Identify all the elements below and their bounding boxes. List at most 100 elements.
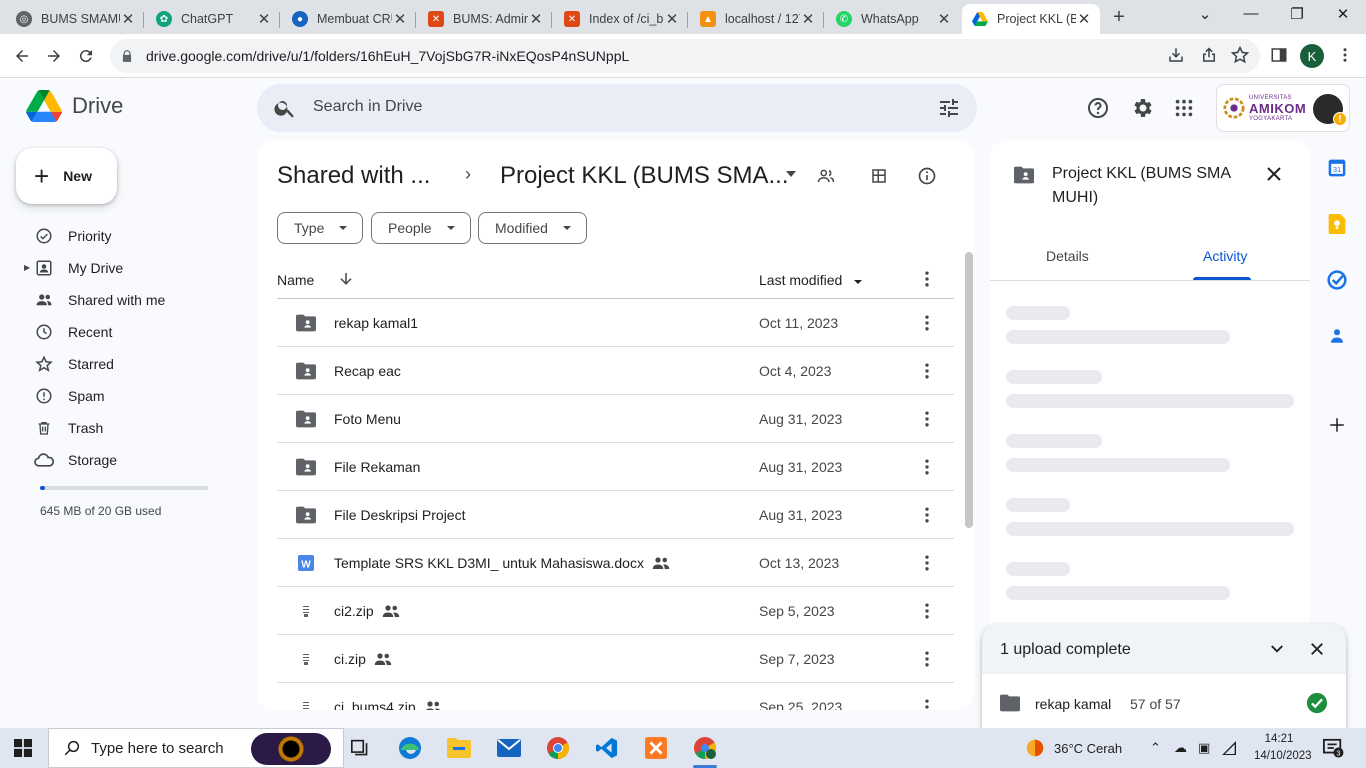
file-name[interactable]: Recap eac — [334, 363, 401, 379]
calendar-icon[interactable]: 31 — [1326, 157, 1348, 179]
xampp-icon[interactable] — [636, 732, 676, 764]
drive-logo[interactable]: Drive — [26, 90, 123, 122]
close-icon[interactable] — [1262, 162, 1286, 186]
more-actions-icon[interactable] — [917, 360, 937, 382]
account-switcher[interactable]: UNIVERSITAS AMIKOM YOGYAKARTA ! — [1216, 84, 1350, 132]
browser-tab-active[interactable]: Project KKL (BUMS SMA MUHI) ✕ — [962, 4, 1100, 34]
windows-start-icon[interactable] — [14, 739, 32, 757]
scrollbar-thumb[interactable] — [965, 252, 973, 528]
caret-down-icon[interactable] — [785, 168, 797, 180]
filter-people-chip[interactable]: People — [371, 212, 471, 244]
tab-search-icon[interactable]: ⌄ — [1195, 5, 1215, 23]
file-name[interactable]: ci.zip — [334, 651, 392, 667]
install-app-icon[interactable] — [1165, 44, 1187, 66]
display-icon[interactable]: ▣ — [1198, 728, 1210, 768]
system-clock[interactable]: 14:21 14/10/2023 — [1254, 731, 1312, 765]
upload-item-name[interactable]: rekap kamal — [1035, 696, 1111, 712]
new-tab-button[interactable]: + — [1108, 6, 1130, 29]
browser-tab[interactable]: ● Membuat CRUD ✕ — [282, 4, 416, 34]
sidebar-item-recent[interactable]: Recent — [26, 316, 236, 348]
share-icon[interactable] — [1198, 44, 1220, 66]
bookmark-star-icon[interactable] — [1229, 44, 1251, 66]
more-options-icon[interactable] — [917, 268, 937, 290]
caret-down-icon[interactable] — [853, 277, 863, 287]
breadcrumb-parent[interactable]: Shared with ... — [277, 162, 430, 190]
collapse-chevron-icon[interactable] — [1267, 639, 1287, 659]
sidebar-item-priority[interactable]: Priority — [26, 220, 236, 252]
manage-access-icon[interactable] — [814, 164, 838, 188]
file-name[interactable]: File Deskripsi Project — [334, 507, 465, 523]
wifi-icon[interactable] — [1222, 728, 1238, 768]
sidebar-item-trash[interactable]: Trash — [26, 412, 236, 444]
network-cloud-icon[interactable]: ☁ — [1174, 728, 1187, 768]
file-row[interactable]: ci2.zip Sep 5, 2023 — [277, 587, 954, 635]
tab-details[interactable]: Details — [1046, 248, 1089, 264]
browser-tab[interactable]: ▲ localhost / 127.0.0.1 ✕ — [690, 4, 824, 34]
file-row[interactable]: Foto Menu Aug 31, 2023 — [277, 395, 954, 443]
file-row[interactable]: ci.zip Sep 7, 2023 — [277, 635, 954, 683]
more-actions-icon[interactable] — [917, 648, 937, 670]
grid-view-icon[interactable] — [867, 164, 891, 188]
search-highlight-image[interactable] — [251, 733, 331, 765]
sidebar-item-spam[interactable]: Spam — [26, 380, 236, 412]
file-name[interactable]: Template SRS KKL D3MI_ untuk Mahasiswa.d… — [334, 555, 670, 571]
file-row[interactable]: rekap kamal1 Oct 11, 2023 — [277, 299, 954, 347]
task-view-icon[interactable] — [340, 732, 380, 764]
chrome-profile-icon[interactable] — [685, 732, 725, 768]
browser-menu-icon[interactable] — [1334, 44, 1356, 66]
add-addon-icon[interactable] — [1326, 414, 1348, 436]
forward-icon[interactable] — [42, 44, 66, 68]
more-actions-icon[interactable] — [917, 504, 937, 526]
close-tab-icon[interactable]: ✕ — [1076, 10, 1092, 28]
minimize-icon[interactable]: — — [1241, 5, 1261, 22]
search-options-icon[interactable] — [937, 96, 961, 120]
file-name[interactable]: ci2.zip — [334, 603, 400, 619]
browser-tab[interactable]: ✕ BUMS: Admin ✕ — [418, 4, 552, 34]
help-icon[interactable] — [1086, 96, 1110, 120]
contacts-icon[interactable] — [1326, 325, 1348, 347]
tray-overflow-icon[interactable]: ⌃ — [1150, 728, 1161, 768]
breadcrumb-current[interactable]: Project KKL (BUMS SMA... — [500, 162, 789, 190]
maximize-icon[interactable]: ❐ — [1287, 5, 1307, 23]
lock-icon[interactable] — [120, 49, 134, 63]
close-window-icon[interactable]: ✕ — [1333, 5, 1353, 23]
new-button[interactable]: + New — [16, 148, 117, 204]
more-actions-icon[interactable] — [917, 408, 937, 430]
close-tab-icon[interactable]: ✕ — [800, 10, 816, 28]
taskbar-search[interactable]: Type here to search — [48, 728, 344, 768]
browser-tab[interactable]: ◎ BUMS SMAMU ✕ — [6, 4, 144, 34]
close-tab-icon[interactable]: ✕ — [392, 10, 408, 28]
filter-modified-chip[interactable]: Modified — [478, 212, 587, 244]
file-row[interactable]: W Template SRS KKL D3MI_ untuk Mahasiswa.… — [277, 539, 954, 587]
file-name[interactable]: File Rekaman — [334, 459, 420, 475]
close-tab-icon[interactable]: ✕ — [528, 10, 544, 28]
tab-activity[interactable]: Activity — [1203, 248, 1247, 264]
keep-icon[interactable] — [1326, 213, 1348, 235]
chrome-icon[interactable] — [538, 732, 578, 764]
address-bar[interactable]: drive.google.com/drive/u/1/folders/16hEu… — [110, 39, 1260, 73]
sidebar-item-my-drive[interactable]: My Drive — [26, 252, 236, 284]
file-row[interactable]: File Deskripsi Project Aug 31, 2023 — [277, 491, 954, 539]
file-row[interactable]: ci_bums4.zip Sep 25, 2023 — [277, 683, 954, 710]
column-header-name[interactable]: Name — [277, 272, 314, 288]
side-panel-icon[interactable] — [1268, 44, 1290, 66]
file-name[interactable]: ci_bums4.zip — [334, 699, 442, 710]
browser-tab[interactable]: ✆ WhatsApp ✕ — [826, 4, 960, 34]
sidebar-item-storage[interactable]: Storage — [26, 444, 236, 476]
apps-grid-icon[interactable] — [1172, 96, 1196, 120]
close-tab-icon[interactable]: ✕ — [664, 10, 680, 28]
browser-tab[interactable]: ✕ Index of /ci_bums ✕ — [554, 4, 688, 34]
more-actions-icon[interactable] — [917, 312, 937, 334]
browser-tab[interactable]: ✿ ChatGPT ✕ — [146, 4, 280, 34]
file-name[interactable]: Foto Menu — [334, 411, 401, 427]
profile-avatar[interactable]: K — [1300, 44, 1324, 68]
more-actions-icon[interactable] — [917, 552, 937, 574]
more-actions-icon[interactable] — [917, 456, 937, 478]
file-explorer-icon[interactable] — [439, 732, 479, 764]
search-bar[interactable]: Search in Drive — [257, 84, 977, 132]
tasks-icon[interactable] — [1326, 269, 1348, 291]
sidebar-item-shared-with-me[interactable]: Shared with me — [26, 284, 236, 316]
column-header-last-modified[interactable]: Last modified — [759, 272, 842, 288]
sort-arrow-down-icon[interactable] — [337, 270, 355, 288]
info-icon[interactable] — [915, 164, 939, 188]
